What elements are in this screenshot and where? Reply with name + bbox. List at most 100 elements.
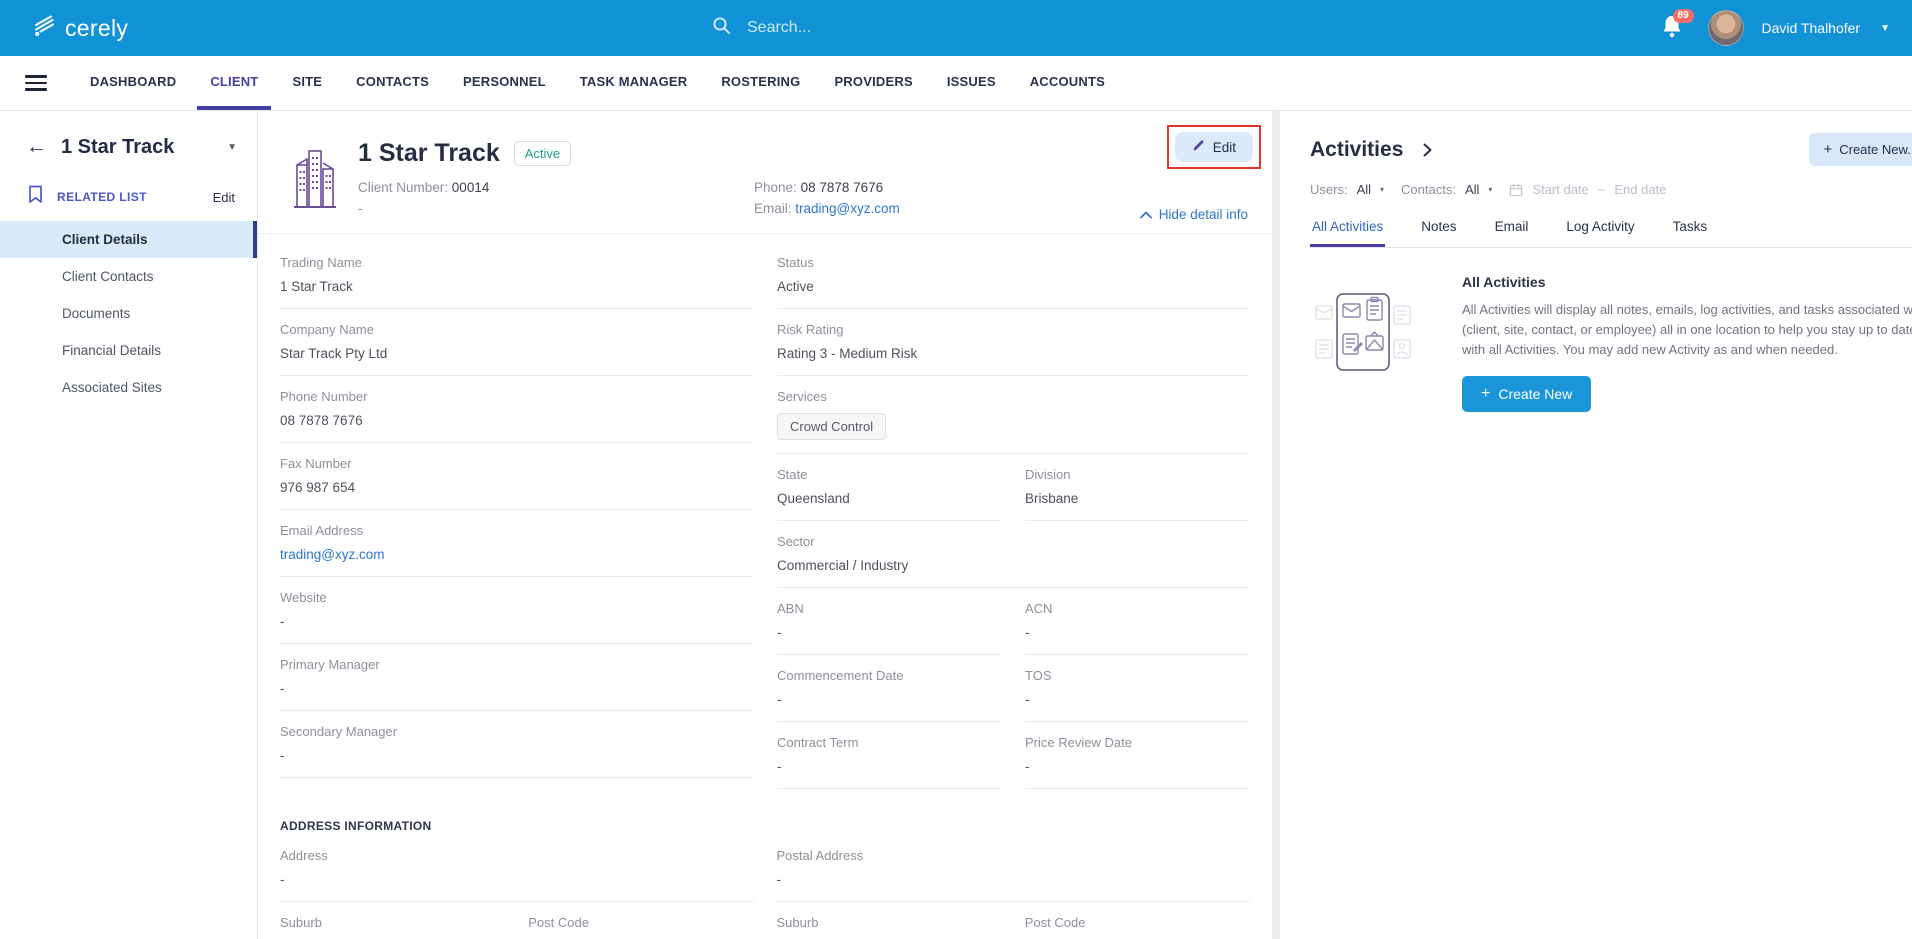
field-commencement-date: Commencement Date - bbox=[777, 655, 1001, 722]
activities-empty-state: All Activities All Activities will displ… bbox=[1310, 272, 1912, 412]
users-filter-dropdown[interactable]: All bbox=[1357, 182, 1371, 197]
empty-state-description: All Activities will display all notes, e… bbox=[1462, 300, 1912, 360]
end-date-input[interactable]: End date bbox=[1614, 182, 1666, 197]
sidebar-item-client-details[interactable]: Client Details bbox=[0, 221, 257, 258]
field-division: Division Brisbane bbox=[1025, 454, 1249, 521]
client-number-value: 00014 bbox=[452, 180, 490, 195]
field-price-review-date: Price Review Date - bbox=[1025, 722, 1249, 789]
tab-email[interactable]: Email bbox=[1493, 213, 1531, 247]
address-section-title: ADDRESS INFORMATION bbox=[258, 789, 1272, 835]
record-dropdown-caret-icon[interactable]: ▼ bbox=[227, 142, 237, 153]
client-name-title: 1 Star Track bbox=[358, 139, 500, 168]
chevron-up-icon bbox=[1140, 207, 1152, 222]
field-company-name: Company Name Star Track Pty Ltd bbox=[280, 309, 752, 376]
field-status: Status Active bbox=[777, 242, 1249, 309]
sidebar-record-title: 1 Star Track bbox=[61, 136, 227, 159]
client-detail-panel: 1 Star Track Active Client Number: 00014… bbox=[258, 111, 1272, 939]
activities-title: Activities bbox=[1310, 138, 1403, 162]
client-phone-value: 08 7878 7676 bbox=[801, 180, 884, 195]
nav-tab-client[interactable]: CLIENT bbox=[197, 56, 271, 110]
hamburger-menu-icon[interactable] bbox=[25, 56, 47, 110]
client-number-sub: - bbox=[358, 201, 754, 216]
hide-detail-info-toggle[interactable]: Hide detail info bbox=[1140, 207, 1248, 222]
calendar-icon bbox=[1509, 183, 1523, 197]
back-arrow-icon[interactable]: ← bbox=[26, 135, 47, 159]
field-postal-address: Postal Address - bbox=[777, 835, 1251, 902]
record-sidebar: ← 1 Star Track ▼ RELATED LIST Edit Clien… bbox=[0, 111, 258, 939]
tab-all-activities[interactable]: All Activities bbox=[1310, 213, 1385, 247]
contacts-caret-icon[interactable]: ▾ bbox=[1488, 185, 1492, 194]
field-post-code-2: Post Code - bbox=[1025, 902, 1250, 939]
search-icon bbox=[712, 16, 731, 40]
detail-column-left: Trading Name 1 Star Track Company Name S… bbox=[280, 242, 752, 789]
cerely-logo-icon bbox=[30, 12, 57, 44]
field-secondary-manager: Secondary Manager - bbox=[280, 711, 752, 778]
sidebar-item-documents[interactable]: Documents bbox=[0, 295, 257, 332]
nav-tab-dashboard[interactable]: DASHBOARD bbox=[77, 56, 189, 110]
related-list-edit-link[interactable]: Edit bbox=[213, 190, 235, 205]
client-number-line: Client Number: 00014 bbox=[358, 180, 754, 195]
create-new-top-button[interactable]: + Create New... bbox=[1809, 133, 1912, 166]
plus-icon: + bbox=[1823, 141, 1832, 158]
client-phone-line: Phone: 08 7878 7676 bbox=[754, 180, 900, 195]
client-status-badge: Active bbox=[514, 141, 571, 166]
global-search[interactable] bbox=[712, 0, 1047, 56]
nav-tab-issues[interactable]: ISSUES bbox=[934, 56, 1009, 110]
field-website: Website - bbox=[280, 577, 752, 644]
client-building-icon bbox=[294, 143, 336, 222]
create-new-button[interactable]: + Create New bbox=[1462, 376, 1591, 412]
nav-tab-contacts[interactable]: CONTACTS bbox=[343, 56, 442, 110]
top-app-bar: cerely 89 David Thalhofer ▼ bbox=[0, 0, 1912, 56]
related-list-heading: RELATED LIST bbox=[57, 190, 213, 204]
sidebar-item-client-contacts[interactable]: Client Contacts bbox=[0, 258, 257, 295]
field-tos: TOS - bbox=[1025, 655, 1249, 722]
activities-panel: Activities + Create New... Users: All ▾ … bbox=[1280, 111, 1912, 939]
user-menu-caret-icon[interactable]: ▼ bbox=[1880, 23, 1890, 34]
user-avatar[interactable] bbox=[1708, 10, 1744, 46]
activities-illustration bbox=[1310, 292, 1416, 412]
nav-tab-rostering[interactable]: ROSTERING bbox=[708, 56, 813, 110]
client-email-link[interactable]: trading@xyz.com bbox=[795, 201, 900, 216]
tab-tasks[interactable]: Tasks bbox=[1671, 213, 1710, 247]
annotation-highlight-box: Edit bbox=[1167, 125, 1261, 169]
email-address-link[interactable]: trading@xyz.com bbox=[280, 547, 752, 563]
activities-filters: Users: All ▾ Contacts: All ▾ Start date … bbox=[1310, 182, 1912, 197]
search-input[interactable] bbox=[747, 19, 1047, 37]
field-abn: ABN - bbox=[777, 588, 1001, 655]
empty-state-heading: All Activities bbox=[1462, 274, 1912, 290]
notification-badge: 89 bbox=[1673, 9, 1694, 23]
detail-column-right: Status Active Risk Rating Rating 3 - Med… bbox=[777, 242, 1249, 789]
field-phone-number: Phone Number 08 7878 7676 bbox=[280, 376, 752, 443]
nav-tab-accounts[interactable]: ACCOUNTS bbox=[1017, 56, 1118, 110]
users-caret-icon[interactable]: ▾ bbox=[1380, 185, 1384, 194]
field-contract-term: Contract Term - bbox=[777, 722, 1001, 789]
pencil-icon bbox=[1192, 139, 1205, 155]
nav-tab-task-manager[interactable]: TASK MANAGER bbox=[567, 56, 701, 110]
field-risk-rating: Risk Rating Rating 3 - Medium Risk bbox=[777, 309, 1249, 376]
tab-notes[interactable]: Notes bbox=[1419, 213, 1458, 247]
field-address: Address - bbox=[280, 835, 754, 902]
nav-tab-personnel[interactable]: PERSONNEL bbox=[450, 56, 559, 110]
brand-name: cerely bbox=[65, 15, 128, 42]
address-section: Address - Postal Address - Suburb - Post… bbox=[258, 835, 1272, 939]
user-name: David Thalhofer bbox=[1762, 20, 1861, 36]
notifications-button[interactable]: 89 bbox=[1660, 13, 1690, 43]
edit-button[interactable]: Edit bbox=[1175, 132, 1253, 162]
primary-navigation: DASHBOARD CLIENT SITE CONTACTS PERSONNEL… bbox=[0, 56, 1912, 111]
field-state: State Queensland bbox=[777, 454, 1001, 521]
plus-icon: + bbox=[1481, 385, 1490, 403]
sidebar-item-associated-sites[interactable]: Associated Sites bbox=[0, 369, 257, 406]
service-chip-crowd-control: Crowd Control bbox=[777, 413, 886, 440]
chevron-right-icon[interactable] bbox=[1423, 143, 1432, 157]
field-acn: ACN - bbox=[1025, 588, 1249, 655]
brand-logo[interactable]: cerely bbox=[30, 12, 128, 44]
tab-log-activity[interactable]: Log Activity bbox=[1564, 213, 1636, 247]
nav-tab-site[interactable]: SITE bbox=[279, 56, 335, 110]
field-fax-number: Fax Number 976 987 654 bbox=[280, 443, 752, 510]
sidebar-item-financial-details[interactable]: Financial Details bbox=[0, 332, 257, 369]
field-trading-name: Trading Name 1 Star Track bbox=[280, 242, 752, 309]
start-date-input[interactable]: Start date bbox=[1532, 182, 1588, 197]
nav-tab-providers[interactable]: PROVIDERS bbox=[821, 56, 925, 110]
field-suburb-1: Suburb - bbox=[280, 902, 505, 939]
contacts-filter-dropdown[interactable]: All bbox=[1465, 182, 1479, 197]
